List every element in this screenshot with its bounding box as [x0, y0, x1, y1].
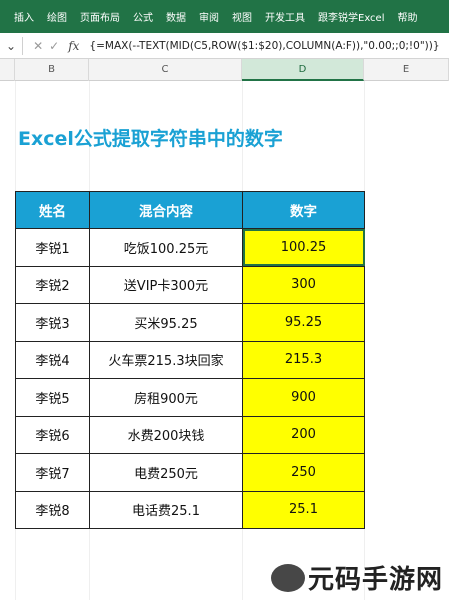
- cell-number[interactable]: 215.3: [242, 340, 365, 379]
- tab-formulas[interactable]: 公式: [133, 9, 153, 24]
- tab-insert[interactable]: 插入: [14, 9, 34, 24]
- watermark-text: 元码手游网: [307, 565, 443, 595]
- cell-number[interactable]: 25.1: [242, 490, 365, 529]
- header-name[interactable]: 姓名: [15, 191, 90, 229]
- cell-name[interactable]: 李锐5: [15, 378, 90, 417]
- table-header-row: 姓名 混合内容 数字: [15, 191, 365, 229]
- data-table: 姓名 混合内容 数字 李锐1 吃饭100.25元 100.25 李锐2 送VIP…: [15, 191, 365, 529]
- cell-name[interactable]: 李锐7: [15, 453, 90, 492]
- table-row: 李锐1 吃饭100.25元 100.25: [15, 228, 365, 267]
- cell-number[interactable]: 900: [242, 378, 365, 417]
- cell-content[interactable]: 电费250元: [89, 453, 243, 492]
- table-row: 李锐7 电费250元 250: [15, 453, 365, 492]
- cell-content[interactable]: 电话费25.1: [89, 490, 243, 529]
- cell-number[interactable]: 300: [242, 265, 365, 304]
- table-row: 李锐8 电话费25.1 25.1: [15, 490, 365, 529]
- name-box-dropdown-icon[interactable]: ⌄: [6, 39, 16, 53]
- cell-name[interactable]: 李锐4: [15, 340, 90, 379]
- cell-name[interactable]: 李锐2: [15, 265, 90, 304]
- column-header-d[interactable]: D: [242, 59, 364, 81]
- cell-number-active[interactable]: 100.25: [242, 228, 365, 267]
- insert-function-icon[interactable]: fx: [68, 39, 79, 53]
- table-row: 李锐4 火车票215.3块回家 215.3: [15, 340, 365, 379]
- cancel-icon[interactable]: ✕: [33, 39, 43, 53]
- cell-number[interactable]: 95.25: [242, 303, 365, 342]
- cell-content[interactable]: 房租900元: [89, 378, 243, 417]
- tab-custom[interactable]: 跟李锐学Excel: [318, 9, 385, 24]
- tab-page-layout[interactable]: 页面布局: [80, 9, 120, 24]
- formula-bar-divider: [22, 36, 24, 55]
- tab-help[interactable]: 帮助: [398, 9, 418, 24]
- cell-number[interactable]: 250: [242, 453, 365, 492]
- cell-number[interactable]: 200: [242, 415, 365, 454]
- table-row: 李锐5 房租900元 900: [15, 378, 365, 417]
- column-header-e[interactable]: E: [364, 59, 449, 81]
- formula-bar: ⌄ ✕ ✓ fx {=MAX(--TEXT(MID(C5,ROW($1:$20)…: [0, 33, 449, 59]
- ribbon-tab-bar: 插入 绘图 页面布局 公式 数据 审阅 视图 开发工具 跟李锐学Excel 帮助: [0, 0, 449, 33]
- table-row: 李锐3 买米95.25 95.25: [15, 303, 365, 342]
- cell-content[interactable]: 吃饭100.25元: [89, 228, 243, 267]
- column-header-bar: B C D E: [0, 59, 449, 81]
- watermark: 元码手游网: [270, 559, 443, 596]
- header-number[interactable]: 数字: [242, 191, 365, 229]
- watermark-logo-icon: [270, 563, 305, 592]
- table-row: 李锐2 送VIP卡300元 300: [15, 265, 365, 304]
- header-content[interactable]: 混合内容: [89, 191, 243, 229]
- tab-draw[interactable]: 绘图: [47, 9, 67, 24]
- table-row: 李锐6 水费200块钱 200: [15, 415, 365, 454]
- cell-name[interactable]: 李锐3: [15, 303, 90, 342]
- cell-content[interactable]: 送VIP卡300元: [89, 265, 243, 304]
- column-header-a[interactable]: [0, 59, 15, 81]
- tab-data[interactable]: 数据: [166, 9, 186, 24]
- enter-icon[interactable]: ✓: [49, 39, 59, 53]
- column-header-c[interactable]: C: [89, 59, 242, 81]
- cell-name[interactable]: 李锐1: [15, 228, 90, 267]
- tab-developer[interactable]: 开发工具: [265, 9, 305, 24]
- cell-content[interactable]: 水费200块钱: [89, 415, 243, 454]
- cell-content[interactable]: 买米95.25: [89, 303, 243, 342]
- cell-content[interactable]: 火车票215.3块回家: [89, 340, 243, 379]
- cell-name[interactable]: 李锐6: [15, 415, 90, 454]
- formula-input[interactable]: {=MAX(--TEXT(MID(C5,ROW($1:$20),COLUMN(A…: [89, 40, 449, 52]
- tab-review[interactable]: 审阅: [199, 9, 219, 24]
- cell-name[interactable]: 李锐8: [15, 490, 90, 529]
- sheet-title: Excel公式提取字符串中的数字: [18, 128, 283, 150]
- tab-view[interactable]: 视图: [232, 9, 252, 24]
- column-header-b[interactable]: B: [15, 59, 89, 81]
